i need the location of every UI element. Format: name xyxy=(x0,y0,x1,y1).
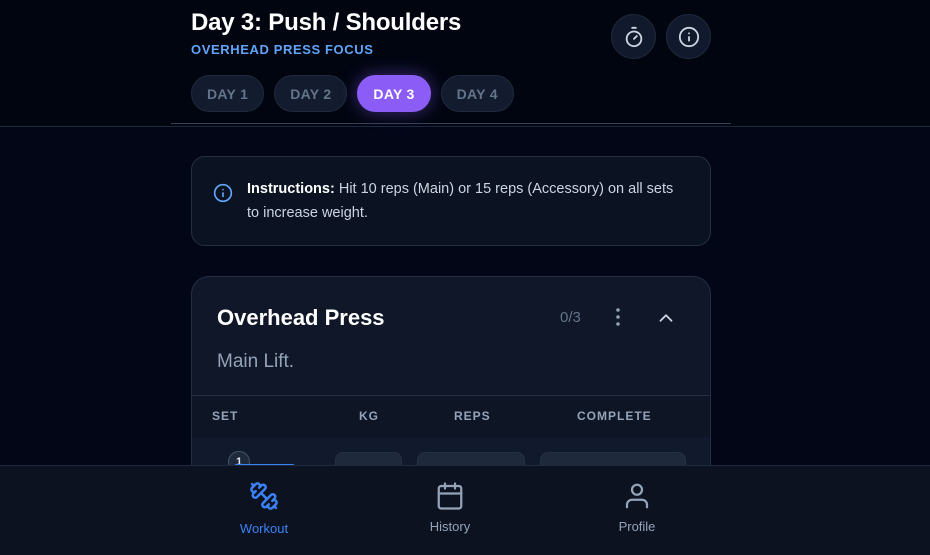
column-reps: REPS xyxy=(454,409,491,423)
day-tabs: DAY 1 DAY 2 DAY 3 DAY 4 xyxy=(191,75,514,112)
dumbbell-icon xyxy=(250,482,278,510)
nav-label-profile: Profile xyxy=(618,519,656,534)
instructions-text: Instructions: Hit 10 reps (Main) or 15 r… xyxy=(247,177,687,225)
exercise-description: Main Lift. xyxy=(217,351,295,372)
header: Day 3: Push / Shoulders OVERHEAD PRESS F… xyxy=(0,0,930,127)
info-button[interactable] xyxy=(666,14,711,59)
column-set: SET xyxy=(212,409,239,423)
timer-button[interactable] xyxy=(611,14,656,59)
chevron-up-icon[interactable] xyxy=(655,307,677,329)
tab-day-2[interactable]: DAY 2 xyxy=(274,75,348,112)
sets-table-header: SET KG REPS COMPLETE xyxy=(192,395,710,437)
nav-profile[interactable]: Profile xyxy=(577,481,697,534)
nav-workout[interactable]: Workout xyxy=(204,481,324,536)
tab-day-3[interactable]: DAY 3 xyxy=(357,75,431,112)
info-icon xyxy=(213,183,233,203)
stopwatch-icon xyxy=(625,26,642,47)
calendar-icon xyxy=(437,482,463,510)
column-kg: KG xyxy=(359,409,379,423)
nav-history[interactable]: History xyxy=(390,481,510,534)
nav-label-workout: Workout xyxy=(239,521,289,536)
tab-day-4[interactable]: DAY 4 xyxy=(440,75,514,112)
tab-day-1[interactable]: DAY 1 xyxy=(191,75,265,112)
bottom-nav: Workout History Profile xyxy=(0,465,930,555)
nav-label-history: History xyxy=(429,519,471,534)
more-vertical-icon[interactable] xyxy=(608,306,628,328)
column-complete: COMPLETE xyxy=(577,409,652,423)
page-title: Day 3: Push / Shoulders xyxy=(191,9,462,36)
instructions-panel: Instructions: Hit 10 reps (Main) or 15 r… xyxy=(191,156,711,246)
exercise-name: Overhead Press xyxy=(217,305,385,330)
user-icon xyxy=(625,483,649,509)
set-progress: 0/3 xyxy=(560,309,581,326)
info-icon xyxy=(678,26,699,47)
header-content: Day 3: Push / Shoulders OVERHEAD PRESS F… xyxy=(171,0,731,124)
instructions-label: Instructions: xyxy=(247,181,335,197)
page-subtitle: OVERHEAD PRESS FOCUS xyxy=(191,42,374,57)
